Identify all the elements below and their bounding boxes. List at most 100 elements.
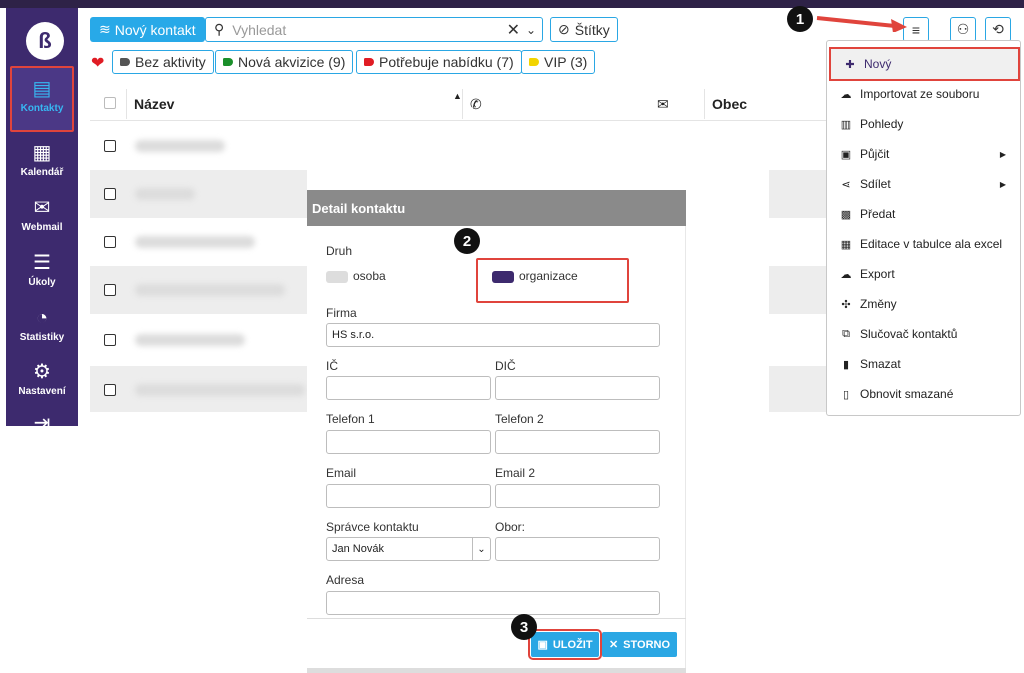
menu-item-label: Změny (860, 297, 897, 311)
email2-label: Email 2 (495, 466, 536, 480)
row-checkbox[interactable] (104, 384, 116, 396)
filter-vip[interactable]: VIP (3) (521, 50, 596, 74)
tags-label: Štítky (574, 21, 610, 38)
sort-asc-icon[interactable]: ▲ (453, 91, 462, 101)
firma-label: Firma (326, 306, 357, 320)
actions-menu: ✚ Nový ☁ Importovat ze souboru ▥ Pohledy ▣ P… (826, 40, 1021, 416)
search-placeholder: Vyhledat (232, 21, 287, 38)
menu-item-label: Obnovit smazané (860, 387, 954, 401)
filter-bez-aktivity[interactable]: Bez aktivity (112, 50, 214, 74)
layers-icon: ≋ (99, 21, 111, 37)
hamburger-icon: ≡ (911, 21, 921, 38)
menu-item-label: Smazat (860, 357, 901, 371)
user-icon: ⚇ (956, 21, 970, 37)
column-phone[interactable]: ✆ (470, 96, 482, 113)
ic-label: IČ (326, 359, 338, 373)
menu-item-label: Sdílet (860, 177, 891, 191)
tag-icon (529, 58, 539, 66)
menu-item-label: Slučovač kontaktů (860, 327, 958, 341)
row-checkbox[interactable] (104, 236, 116, 248)
menu-item-novy[interactable]: ✚ Nový (829, 47, 1020, 81)
refresh-button[interactable]: ⟲ (985, 17, 1011, 42)
search-input[interactable]: ⚲ Vyhledat ✕ ⌄ (205, 17, 543, 42)
row-checkbox[interactable] (104, 334, 116, 346)
obor-field[interactable] (495, 537, 660, 561)
changes-icon: ✣ (841, 298, 851, 311)
heart-icon[interactable]: ❤ (91, 53, 104, 73)
sidebar-item-statistiky[interactable]: ◔ Statistiky (6, 301, 78, 351)
menu-item-pujcit[interactable]: ▣ Půjčit ▶ (827, 139, 1020, 169)
gift-icon: ▩ (840, 208, 852, 221)
tags-button[interactable]: ⊘ Štítky (550, 17, 618, 42)
sidebar-item-kalendar[interactable]: ▦ Kalendář (6, 136, 78, 186)
modal-body: Druh osoba organizace Firma HS s.r.o. IČ… (307, 226, 686, 673)
user-settings-button[interactable]: ⚇ (950, 17, 976, 42)
organizace-label: organizace (519, 269, 578, 283)
save-button[interactable]: ▣ ULOŽIT (528, 629, 602, 660)
filter-nova-akvizice[interactable]: Nová akvizice (9) (215, 50, 354, 74)
tag-icon (120, 58, 130, 66)
menu-item-slucovac[interactable]: ⧉ Slučovač kontaktů (827, 319, 1020, 349)
horizontal-scrollbar[interactable] (307, 668, 686, 673)
column-divider (462, 89, 463, 119)
menu-item-import[interactable]: ☁ Importovat ze souboru (827, 79, 1020, 109)
tag-icon (223, 58, 233, 66)
sidebar-item-kontakty[interactable]: ▤ Kontakty (10, 66, 74, 132)
sidebar-item-label: Úkoly (28, 277, 56, 288)
menu-item-obnovit[interactable]: ▯ Obnovit smazané (827, 379, 1020, 409)
search-icon: ⚲ (214, 21, 225, 37)
cloud-download-icon: ☁ (840, 268, 852, 281)
menu-item-label: Předat (860, 207, 896, 221)
filter-label: Bez aktivity (135, 54, 206, 70)
dic-field[interactable] (495, 376, 660, 400)
column-city[interactable]: Obec (712, 96, 747, 112)
email-label: Email (326, 466, 357, 480)
blurred-text (135, 140, 225, 152)
spravce-select[interactable]: Jan Novák ⌄ (326, 537, 491, 561)
cancel-button[interactable]: ✕ STORNO (602, 632, 677, 657)
filter-potrebuje-nabidku[interactable]: Potřebuje nabídku (7) (356, 50, 522, 74)
firma-field[interactable]: HS s.r.o. (326, 323, 660, 347)
sidebar-item-label: Statistiky (19, 332, 65, 343)
step-marker-3: 3 (511, 614, 537, 640)
menu-item-zmeny[interactable]: ✣ Změny (827, 289, 1020, 319)
menu-item-label: Půjčit (860, 147, 890, 161)
menu-item-sdilet[interactable]: ⋖ Sdílet ▶ (827, 169, 1020, 199)
telefon1-field[interactable] (326, 430, 491, 454)
email-field[interactable] (326, 484, 491, 508)
menu-item-smazat[interactable]: ▮ Smazat (827, 349, 1020, 379)
osoba-toggle[interactable] (326, 271, 348, 283)
ic-field[interactable] (326, 376, 491, 400)
clear-icon[interactable]: ✕ (507, 20, 520, 40)
menu-item-pohledy[interactable]: ▥ Pohledy (827, 109, 1020, 139)
menu-item-label: Pohledy (860, 117, 904, 131)
sidebar-item-webmail[interactable]: ✉ Webmail (6, 191, 78, 241)
filter-label: Nová akvizice (9) (238, 54, 346, 70)
menu-item-label: Importovat ze souboru (860, 87, 980, 101)
row-checkbox[interactable] (104, 284, 116, 296)
cloud-upload-icon: ☁ (840, 88, 852, 101)
adresa-label: Adresa (326, 573, 365, 587)
tag-icon: ⊘ (558, 21, 570, 37)
row-checkbox[interactable] (104, 140, 116, 152)
menu-item-predat[interactable]: ▩ Předat (827, 199, 1020, 229)
sidebar-item-ukoly[interactable]: ☰ Úkoly (6, 246, 78, 296)
email2-field[interactable] (495, 484, 660, 508)
sidebar-item-nastaveni[interactable]: ⚙ Nastavení (6, 355, 78, 405)
organizace-toggle[interactable] (492, 271, 514, 283)
app-logo[interactable]: ß (26, 22, 64, 60)
adresa-field[interactable] (326, 591, 660, 615)
select-all-checkbox[interactable] (104, 97, 116, 109)
sidebar-item-logout[interactable]: ⇥ (6, 406, 78, 426)
chevron-down-icon[interactable]: ⌄ (526, 23, 536, 37)
new-contact-button[interactable]: ≋ Nový kontakt (90, 17, 205, 42)
sidebar-item-label: Kontakty (20, 103, 64, 114)
row-checkbox[interactable] (104, 188, 116, 200)
menu-item-editace[interactable]: ▦ Editace v tabulce ala excel (827, 229, 1020, 259)
column-email[interactable]: ✉ (657, 96, 669, 113)
column-name[interactable]: Název (134, 96, 174, 112)
telefon2-field[interactable] (495, 430, 660, 454)
chevron-down-icon[interactable]: ⌄ (472, 538, 490, 560)
menu-item-export[interactable]: ☁ Export (827, 259, 1020, 289)
red-arrow (816, 16, 907, 32)
